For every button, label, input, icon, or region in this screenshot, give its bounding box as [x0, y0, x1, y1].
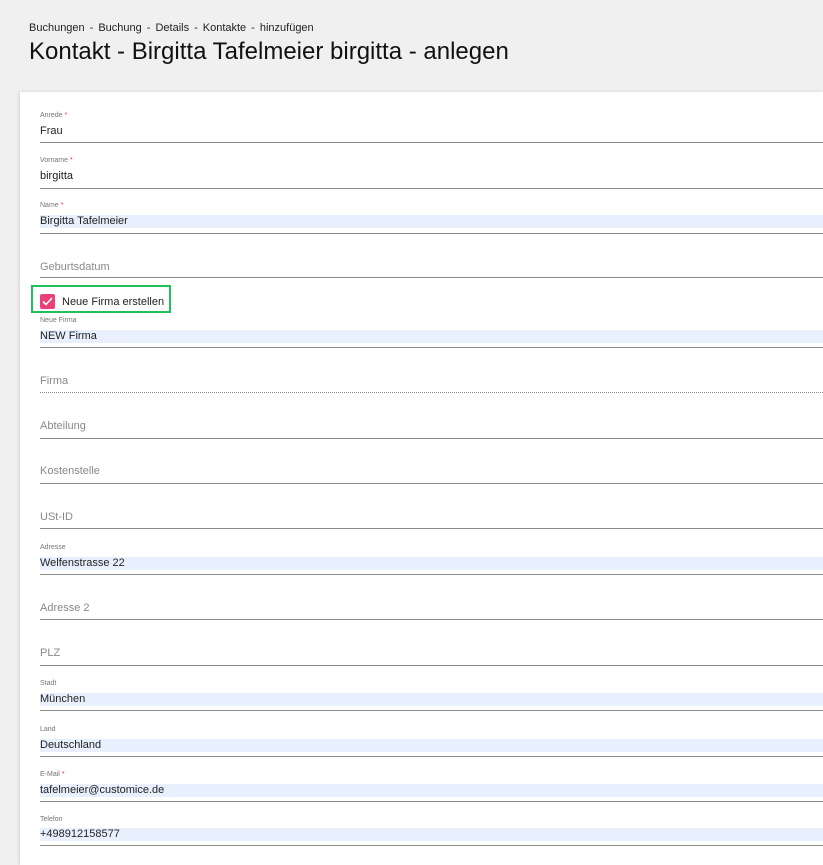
firma-underline [40, 392, 823, 393]
anrede-underline [40, 142, 823, 143]
anrede-label: Anrede * [40, 112, 68, 119]
breadcrumb-item-hinzufuegen: hinzufügen [259, 22, 314, 34]
stadt-field[interactable]: Stadt München [40, 680, 823, 712]
neue-firma-underline [40, 347, 823, 348]
ust-id-field[interactable]: USt-ID [40, 511, 823, 529]
adresse2-input[interactable]: Adresse 2 [40, 602, 90, 614]
name-input[interactable]: Birgitta Tafelmeier [40, 215, 823, 228]
neue-firma-checkbox[interactable] [40, 294, 55, 309]
ust-id-input[interactable]: USt-ID [40, 511, 73, 523]
anrede-field[interactable]: Anrede * Frau [40, 112, 823, 144]
neue-firma-input[interactable]: NEW Firma [40, 330, 823, 343]
stadt-underline [40, 710, 823, 711]
breadcrumb-separator: - [251, 22, 255, 34]
stadt-input[interactable]: München [40, 693, 823, 706]
land-input[interactable]: Deutschland [40, 739, 823, 752]
breadcrumb-item-buchungen[interactable]: Buchungen [29, 22, 85, 34]
plz-input[interactable]: PLZ [40, 647, 60, 659]
name-field[interactable]: Name * Birgitta Tafelmeier [40, 202, 823, 234]
geburtsdatum-underline [40, 277, 823, 278]
adresse2-underline [40, 619, 823, 620]
adresse-label: Adresse [40, 544, 66, 551]
adresse-input[interactable]: Welfenstrasse 22 [40, 557, 823, 570]
kostenstelle-field[interactable]: Kostenstelle [40, 465, 823, 484]
checkmark-icon [42, 297, 53, 306]
email-field[interactable]: E-Mail * tafelmeier@customice.de [40, 771, 823, 803]
kostenstelle-underline [40, 483, 823, 484]
geburtsdatum-field[interactable]: Geburtsdatum [40, 261, 823, 279]
name-underline [40, 233, 823, 234]
geburtsdatum-input[interactable]: Geburtsdatum [40, 261, 110, 273]
plz-underline [40, 665, 823, 666]
email-label: E-Mail * [40, 771, 65, 778]
neue-firma-field[interactable]: Neue Firma NEW Firma [40, 317, 823, 349]
breadcrumb-separator: - [89, 22, 94, 34]
vorname-label: Vorname * [40, 157, 73, 164]
firma-field[interactable]: Firma [40, 375, 823, 393]
land-label: Land [40, 726, 56, 733]
breadcrumb-separator: - [194, 22, 198, 34]
page-header: Buchungen - Buchung - Details - Kontakte - hinzu… [0, 0, 823, 92]
vorname-underline [40, 188, 823, 189]
stadt-label: Stadt [40, 680, 57, 687]
land-field[interactable]: Land Deutschland [40, 726, 823, 758]
breadcrumb-item-buchung[interactable]: Buchung [98, 22, 141, 34]
neue-firma-label: Neue Firma [40, 317, 77, 324]
abteilung-field[interactable]: Abteilung [40, 420, 823, 439]
firma-input[interactable]: Firma [40, 375, 68, 387]
kostenstelle-input[interactable]: Kostenstelle [40, 465, 100, 477]
adresse2-field[interactable]: Adresse 2 [40, 602, 823, 620]
telefon-field[interactable]: Telefon +498912158577 [40, 816, 823, 848]
abteilung-underline [40, 438, 823, 439]
anrede-select[interactable]: Frau [40, 125, 823, 138]
page-title: Kontakt - Birgitta Tafelmeier birgitta -… [29, 38, 509, 65]
land-underline [40, 756, 823, 757]
telefon-label: Telefon [40, 816, 63, 823]
breadcrumb-item-kontakte[interactable]: Kontakte [203, 22, 246, 34]
adresse-underline [40, 574, 823, 575]
telefon-input[interactable]: +498912158577 [40, 828, 823, 841]
vorname-input[interactable]: birgitta [40, 170, 823, 183]
name-label: Name * [40, 202, 64, 209]
ust-id-underline [40, 528, 823, 529]
breadcrumb: Buchungen - Buchung - Details - Kontakte - hinzu… [29, 22, 314, 34]
adresse-field[interactable]: Adresse Welfenstrasse 22 [40, 544, 823, 576]
neue-firma-checkbox-label[interactable]: Neue Firma erstellen [62, 296, 164, 308]
email-underline [40, 801, 823, 802]
breadcrumb-item-details[interactable]: Details [155, 22, 189, 34]
telefon-underline [40, 845, 823, 846]
vorname-field[interactable]: Vorname * birgitta [40, 157, 823, 189]
email-input[interactable]: tafelmeier@customice.de [40, 784, 823, 797]
breadcrumb-separator: - [146, 22, 151, 34]
abteilung-input[interactable]: Abteilung [40, 420, 86, 432]
plz-field[interactable]: PLZ [40, 647, 823, 666]
